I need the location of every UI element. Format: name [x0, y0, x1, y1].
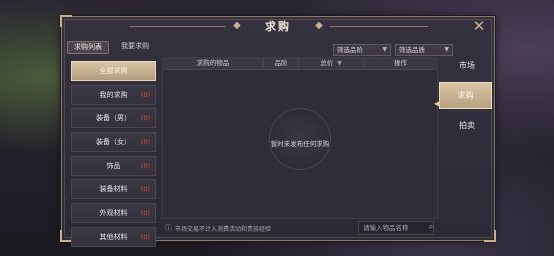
table-header: 求购的物品 品阶 总价 ▼ 操作 [163, 58, 437, 70]
sidebar-item-label: 装备（女） [96, 138, 131, 147]
footer-notice-text: 市场交易不计入消费活动和贵族经验 [175, 225, 272, 233]
item-search-input[interactable]: 请输入物品名称 [358, 221, 434, 235]
sidebar-item-equip-male[interactable]: 装备（男） (0) [71, 108, 156, 129]
tab-auction[interactable]: 拍卖 [442, 113, 492, 138]
filter-quality-label: 筛选品质 [399, 46, 425, 54]
sort-caret-icon: ▼ [337, 60, 342, 67]
filter-grade-dropdown[interactable]: 筛选品阶 ▼ [333, 44, 391, 56]
empty-state: 暂时未发布任何求购 [163, 108, 437, 170]
sidebar-item-label: 饰品 [106, 161, 121, 170]
sidebar-item-accessories[interactable]: 饰品 (0) [71, 155, 156, 176]
subtab-my-purchase-request[interactable]: 我要求购 [115, 41, 155, 52]
sidebar-item-label: 其他材料 [99, 232, 128, 241]
sidebar-item-other-materials[interactable]: 其他材料 (0) [71, 226, 156, 247]
sidebar-item-count: (0) [140, 209, 150, 218]
tab-purchase[interactable]: ◀ 求购 [434, 82, 492, 109]
sidebar-item-count: (0) [140, 138, 150, 147]
tab-purchase-label: 求购 [457, 91, 474, 100]
frame-corner-top-left [60, 15, 72, 27]
category-sidebar: 全部求购 我的求购 (0) 装备（男） (0) 装备（女） (0) 饰品 (0)… [71, 61, 156, 251]
purchase-table: 求购的物品 品阶 总价 ▼ 操作 暂时未发布任何求购 [162, 57, 438, 219]
sidebar-item-count: (0) [140, 90, 150, 99]
sidebar-item-label: 我的求购 [99, 90, 128, 99]
window-title: 求购 [265, 20, 291, 33]
sidebar-item-label: 外观材料 [99, 209, 128, 218]
info-icon: ⓘ [165, 224, 172, 232]
filter-bar: 筛选品阶 ▼ 筛选品质 ▼ [333, 44, 453, 56]
column-header-total-price[interactable]: 总价 ▼ [299, 58, 364, 69]
frame-corner-bottom-right [484, 230, 496, 242]
right-tab-bar: 市场 ◀ 求购 拍卖 [434, 53, 492, 142]
sidebar-item-label: 全部求购 [99, 67, 128, 75]
sidebar-item-count: (0) [140, 114, 150, 123]
close-icon[interactable]: ✕ [471, 18, 487, 34]
tab-market[interactable]: 市场 [442, 53, 492, 78]
sidebar-item-all[interactable]: 全部求购 [71, 61, 156, 81]
column-header-action: 操作 [394, 59, 407, 67]
column-header-item: 求购的物品 [163, 58, 264, 69]
subtab-bar: 求购列表 我要求购 [67, 41, 155, 54]
title-divider-left [130, 26, 226, 27]
filter-grade-label: 筛选品阶 [337, 46, 363, 54]
empty-state-text: 暂时未发布任何求购 [270, 140, 330, 148]
column-header-grade: 品阶 [264, 58, 299, 69]
sidebar-item-mine[interactable]: 我的求购 (0) [71, 84, 156, 105]
sidebar-item-count: (0) [140, 185, 150, 194]
sidebar-item-label: 装备（男） [96, 114, 131, 123]
column-header-total-price-label: 总价 [320, 59, 334, 67]
subtab-purchase-list[interactable]: 求购列表 [67, 41, 109, 54]
sidebar-item-appearance-materials[interactable]: 外观材料 (0) [71, 203, 156, 224]
active-tab-indicator-icon: ◀ [434, 99, 441, 108]
sidebar-item-label: 装备材料 [99, 185, 128, 194]
search-icon[interactable]: ⌕ [426, 222, 436, 232]
sidebar-item-count: (0) [140, 161, 150, 170]
title-divider-right [330, 26, 428, 27]
chevron-down-icon: ▼ [382, 46, 387, 53]
sidebar-item-equip-materials[interactable]: 装备材料 (0) [71, 179, 156, 200]
title-bar: 求购 [228, 17, 328, 35]
sidebar-item-count: (0) [140, 232, 150, 241]
footer-notice: ⓘ 市场交易不计入消费活动和贵族经验 [165, 223, 271, 233]
sidebar-item-equip-female[interactable]: 装备（女） (0) [71, 132, 156, 153]
